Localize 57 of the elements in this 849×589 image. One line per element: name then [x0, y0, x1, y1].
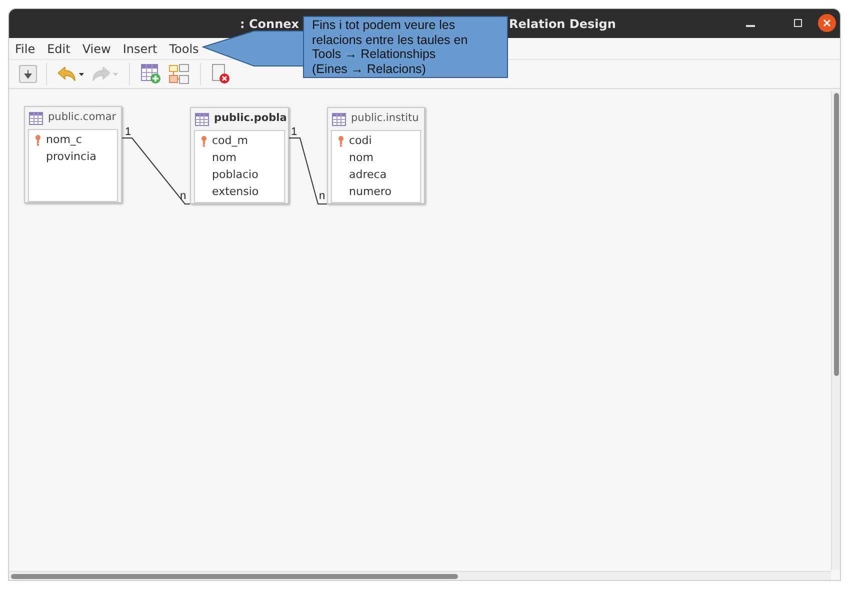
field-name[interactable]: nom [349, 150, 374, 167]
relation-icon [169, 64, 189, 84]
menu-item[interactable]: View [82, 40, 111, 58]
relation-line [288, 138, 328, 204]
close-button[interactable] [818, 14, 836, 32]
delete-page-icon [212, 64, 230, 84]
undo-button[interactable] [56, 67, 86, 81]
relation-design-button[interactable] [167, 64, 191, 84]
callout-text: Fins i tot podem veure les [312, 18, 456, 32]
undo-arrow-icon [58, 67, 76, 81]
window-title: : Connex [240, 16, 299, 32]
close-icon [823, 19, 831, 27]
key-icon [338, 136, 344, 147]
key-icon [200, 136, 206, 147]
cardinality-label: 1 [125, 126, 132, 138]
field-name[interactable]: numero [349, 184, 392, 201]
callout-text: relacions entre les taules en [312, 32, 469, 47]
cardinality-label: 1 [291, 126, 298, 138]
table-title: public.pobla [214, 111, 287, 126]
field-name[interactable]: nom [212, 150, 236, 167]
table-title: public.institu [351, 111, 419, 126]
save-button[interactable] [19, 65, 37, 83]
delete-button[interactable] [210, 64, 232, 84]
table-icon [29, 112, 43, 124]
horizontal-scrollbar[interactable] [9, 571, 831, 580]
table-icon [195, 112, 209, 126]
table-window[interactable]: public.comar nom_c provincia [24, 106, 122, 203]
field-name[interactable]: poblacio [212, 167, 258, 184]
table-window[interactable]: public.institu codi nom adreca numero [327, 107, 425, 204]
menu-item[interactable]: Insert [122, 40, 158, 58]
field-name[interactable]: nom_c [46, 132, 82, 149]
menu-item[interactable]: Edit [47, 40, 70, 58]
table-add-icon [141, 64, 161, 84]
callout-text: (Eines → Relacions) [312, 62, 427, 76]
relation-line [120, 138, 190, 204]
cardinality-label: n [180, 190, 186, 202]
down-arrow-icon [24, 70, 32, 78]
field-name[interactable]: adreca [349, 167, 387, 184]
table-title: public.comar [48, 110, 116, 126]
vertical-scrollbar[interactable] [831, 91, 840, 570]
field-name[interactable]: provincia [46, 149, 96, 166]
field-name[interactable]: codi [349, 133, 372, 150]
field-name[interactable]: extensio [212, 184, 259, 201]
key-icon [34, 135, 40, 146]
menu-item[interactable]: Tools [169, 40, 199, 58]
table-icon [332, 112, 346, 126]
add-table-button[interactable] [139, 64, 163, 84]
cardinality-label: n [319, 190, 326, 202]
maximize-icon[interactable] [794, 19, 802, 27]
callout-text: Tools → Relationships [312, 47, 437, 62]
table-window[interactable]: public.pobla cod_m nom poblacio extensio [190, 107, 289, 204]
caret-icon [113, 72, 118, 76]
caret-icon [79, 72, 84, 76]
redo-arrow-icon [92, 67, 110, 81]
window-title: Relation Design [509, 16, 616, 32]
menu-item[interactable]: File [15, 40, 36, 58]
field-name[interactable]: cod_m [212, 133, 248, 150]
